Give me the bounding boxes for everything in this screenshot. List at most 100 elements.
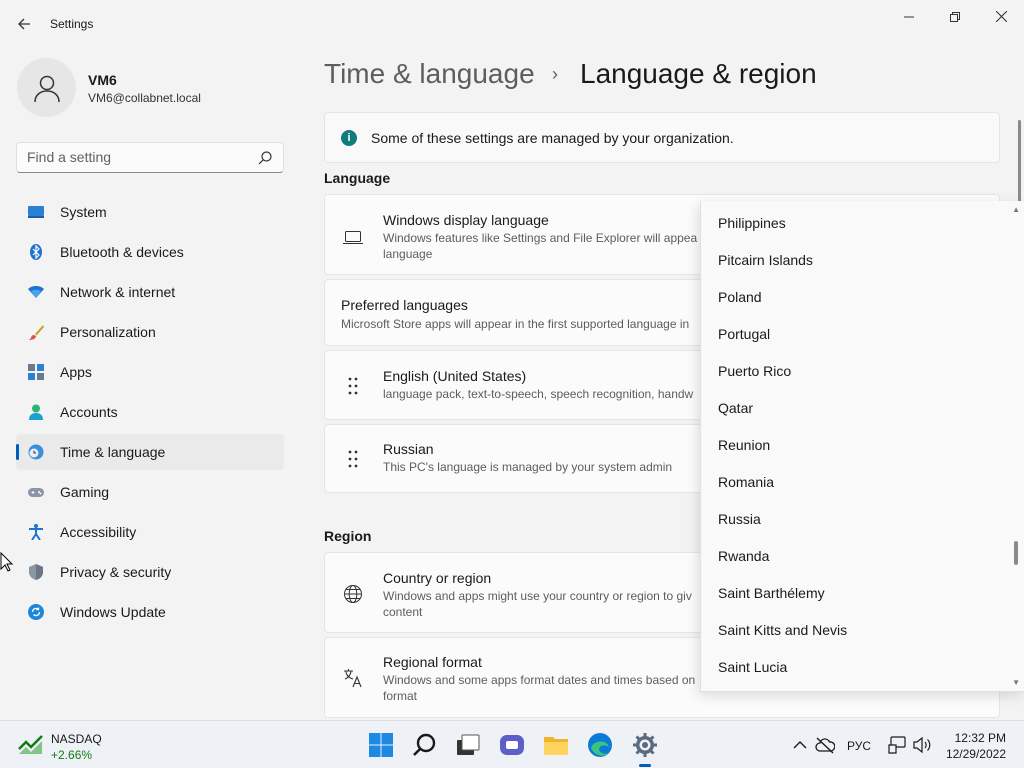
restore-icon (950, 12, 960, 22)
scroll-up-icon[interactable]: ▲ (1012, 205, 1020, 214)
accessibility-icon (29, 524, 43, 540)
globe-clock-icon (28, 444, 44, 460)
card-subtitle: language (383, 247, 433, 261)
taskbar: NASDAQ +2.66% РУС 12:32 PM 12/29/2022 (0, 720, 1024, 768)
wifi-icon (28, 286, 44, 298)
cloud-offline-icon[interactable] (815, 736, 835, 754)
dropdown-option[interactable]: Saint Barthélemy (718, 585, 825, 601)
chat-icon[interactable] (498, 731, 526, 759)
dropdown-scrollbar-thumb[interactable] (1014, 541, 1018, 565)
sidebar-item-personalization[interactable]: Personalization (16, 314, 284, 350)
search-input[interactable] (27, 149, 247, 165)
breadcrumb-parent[interactable]: Time & language (324, 58, 535, 90)
stock-change[interactable]: +2.66% (51, 748, 92, 762)
sidebar-item-time-language[interactable]: Time & language (16, 434, 284, 470)
maximize-button[interactable] (932, 4, 978, 30)
sidebar-item-accessibility[interactable]: Accessibility (16, 514, 284, 550)
sidebar-item-label: Windows Update (60, 604, 166, 620)
card-subtitle: language pack, text-to-speech, speech re… (383, 387, 694, 401)
dropdown-option[interactable]: Rwanda (718, 548, 769, 564)
search-icon[interactable] (257, 150, 273, 166)
dropdown-option[interactable]: Philippines (718, 215, 786, 231)
update-icon (28, 604, 44, 620)
drag-handle-icon[interactable] (343, 376, 363, 396)
sidebar-item-accounts[interactable]: Accounts (16, 394, 284, 430)
sidebar-item-gaming[interactable]: Gaming (16, 474, 284, 510)
sidebar-item-bluetooth[interactable]: Bluetooth & devices (16, 234, 284, 270)
file-explorer-icon[interactable] (542, 731, 570, 759)
card-title: Windows display language (383, 212, 549, 228)
stock-chart-icon[interactable] (18, 733, 44, 755)
regional-format-icon (344, 669, 362, 688)
page-title: Language & region (580, 58, 817, 89)
mouse-cursor-icon (0, 552, 14, 572)
country-dropdown-list[interactable]: Philippines Pitcairn Islands Poland Port… (700, 201, 1024, 692)
dropdown-option[interactable]: Qatar (718, 400, 753, 416)
card-subtitle: This PC's language is managed by your sy… (383, 460, 673, 474)
sidebar-item-system[interactable]: System (16, 194, 284, 230)
dropdown-option[interactable]: Russia (718, 511, 761, 527)
minimize-button[interactable] (886, 4, 932, 30)
close-button[interactable] (978, 4, 1024, 30)
settings-icon[interactable] (631, 731, 659, 759)
dropdown-option[interactable]: Portugal (718, 326, 770, 342)
dropdown-option[interactable]: Romania (718, 474, 774, 490)
card-title: Regional format (383, 654, 482, 670)
bluetooth-icon (30, 244, 42, 260)
card-subtitle: format (383, 689, 418, 703)
back-button[interactable] (12, 12, 36, 36)
avatar[interactable] (17, 58, 76, 117)
dropdown-option[interactable]: Saint Lucia (718, 659, 787, 675)
start-icon[interactable] (367, 731, 395, 759)
minimize-icon (904, 16, 914, 18)
card-subtitle: Windows and some apps format dates and t… (383, 673, 696, 687)
dropdown-option[interactable]: Puerto Rico (718, 363, 791, 379)
clock-date[interactable]: 12/29/2022 (944, 747, 1006, 761)
dropdown-option[interactable]: Pitcairn Islands (718, 252, 813, 268)
sidebar-item-label: Personalization (60, 324, 156, 340)
profile-email: VM6@collabnet.local (88, 91, 201, 105)
network-icon[interactable] (887, 736, 907, 754)
search-icon[interactable] (411, 731, 439, 759)
sidebar-item-windows-update[interactable]: Windows Update (16, 594, 284, 630)
brush-icon (29, 325, 44, 340)
region-heading: Region (324, 528, 372, 544)
sidebar-item-label: Time & language (60, 444, 166, 460)
breadcrumb-separator: › (552, 64, 558, 84)
card-title: Country or region (383, 570, 492, 586)
dropdown-option[interactable]: Saint Kitts and Nevis (718, 622, 847, 638)
volume-icon[interactable] (912, 736, 932, 754)
info-text: Some of these settings are managed by yo… (371, 130, 734, 146)
chevron-up-icon[interactable] (792, 737, 808, 753)
laptop-icon (343, 231, 363, 244)
shield-icon (29, 564, 43, 580)
sidebar-item-label: Accessibility (60, 524, 137, 540)
sidebar-item-label: System (60, 204, 107, 220)
card-subtitle: Windows and apps might use your country … (383, 589, 692, 603)
sidebar-nav: System Bluetooth & devices Network & int… (16, 194, 284, 634)
profile-name: VM6 (88, 72, 117, 88)
gamepad-icon (28, 488, 44, 497)
sidebar-item-apps[interactable]: Apps (16, 354, 284, 390)
task-view-icon[interactable] (454, 731, 482, 759)
app-title: Settings (50, 17, 94, 31)
card-title: Preferred languages (341, 297, 468, 313)
sidebar-item-label: Accounts (60, 404, 118, 420)
dropdown-option[interactable]: Poland (718, 289, 762, 305)
search-box[interactable] (16, 142, 284, 173)
clock-time[interactable]: 12:32 PM (944, 731, 1006, 745)
stock-name[interactable]: NASDAQ (51, 732, 102, 746)
dropdown-option[interactable]: Reunion (718, 437, 770, 453)
main-scrollbar[interactable] (1018, 120, 1021, 202)
sidebar-item-network[interactable]: Network & internet (16, 274, 284, 310)
apps-icon (28, 364, 44, 380)
card-subtitle: Windows features like Settings and File … (383, 231, 698, 245)
edge-icon[interactable] (586, 731, 614, 759)
title-bar: Settings (0, 0, 1024, 48)
sidebar-item-privacy[interactable]: Privacy & security (16, 554, 284, 590)
input-language-indicator[interactable]: РУС (847, 739, 871, 753)
drag-handle-icon[interactable] (343, 449, 363, 469)
language-heading: Language (324, 170, 391, 186)
active-app-indicator (639, 764, 651, 767)
scroll-down-icon[interactable]: ▼ (1012, 678, 1020, 687)
